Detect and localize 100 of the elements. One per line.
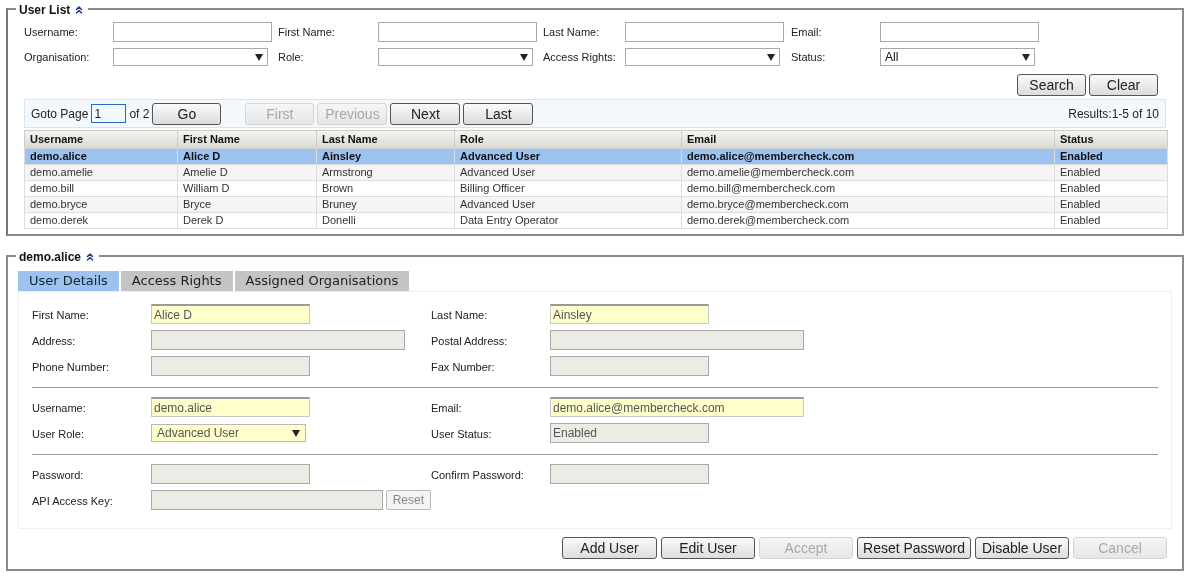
table-cell: Enabled [1054,196,1168,212]
table-cell: Data Entry Operator [454,212,682,228]
table-cell: Bryce [177,196,317,212]
tab[interactable]: Assigned Organisations [234,271,410,291]
table-cell: Enabled [1054,148,1168,164]
field-label: Password: [32,469,84,481]
table-cell: Advanced User [454,148,682,164]
table-cell: demo.alice@membercheck.com [681,148,1055,164]
filter-dropdown[interactable] [378,48,533,66]
field-label: First Name: [32,309,89,321]
field-label: Address: [32,335,76,347]
field-label: Postal Address: [431,335,508,347]
form-field[interactable] [151,330,405,350]
table-cell: Derek D [177,212,317,228]
tab[interactable]: Access Rights [120,271,233,291]
field-label: Fax Number: [431,361,495,373]
action-button[interactable]: Add User [562,537,657,559]
filter-field[interactable] [113,22,272,42]
action-button[interactable]: Edit User [661,537,755,559]
filter-dropdown[interactable] [625,48,780,66]
field-label: Email: [431,402,462,414]
table-cell: Bruney [316,196,455,212]
filter-label: Last Name: [543,24,601,40]
action-button[interactable]: Search [1017,74,1086,96]
form-field[interactable]: Alice D [151,304,310,324]
filter-label: Access Rights: [543,49,617,65]
table-cell: Enabled [1054,164,1168,180]
table-cell: demo.amelie@membercheck.com [681,164,1055,180]
table-cell: Advanced User [454,164,682,180]
page-field[interactable]: 1 [91,104,127,123]
filter-field[interactable] [378,22,537,42]
caret-icon [520,53,528,61]
filter-field[interactable] [880,22,1039,42]
form-field[interactable] [550,356,709,376]
table-cell: Enabled [1054,180,1168,196]
filter-label: Status: [791,49,827,65]
filter-label: Role: [278,49,305,65]
action-button[interactable]: Last [463,102,534,125]
filter-field[interactable] [625,22,784,42]
form-field[interactable]: Enabled [550,423,709,443]
column-header[interactable]: Last Name [316,130,455,148]
form-field[interactable]: demo.alice [151,397,310,417]
field-label: API Access Key: [32,495,113,507]
caret-icon [1022,53,1030,61]
filter-label: Username: [24,24,79,40]
column-header[interactable]: Email [681,130,1055,148]
field-label: User Role: [32,428,84,440]
filter-dropdown[interactable]: All [880,48,1035,66]
filter-dropdown[interactable] [113,48,268,66]
table-cell: Alice D [177,148,317,164]
results-count: Results:1-5 of 10 [1068,105,1159,123]
column-header[interactable]: Status [1054,130,1168,148]
column-header[interactable]: Username [24,130,178,148]
action-button[interactable]: Next [390,102,461,125]
field-label: Last Name: [431,309,488,321]
column-header[interactable]: Role [454,130,682,148]
table-cell: Amelie D [177,164,317,180]
table-cell: demo.derek@membercheck.com [681,212,1055,228]
action-button[interactable]: Disable User [975,537,1069,559]
form-field[interactable] [151,464,310,484]
section-title: demo.alice [19,249,82,266]
page-count: of 2 [129,105,150,123]
table-cell: Armstrong [316,164,455,180]
table-cell: demo.amelie [24,164,178,180]
filter-label: First Name: [278,24,336,40]
table-cell: demo.derek [24,212,178,228]
table-cell: demo.bryce [24,196,178,212]
caret-icon [292,429,300,437]
action-button[interactable]: Reset Password [857,537,971,559]
go-button[interactable]: Go [152,102,222,125]
table-cell: demo.alice [24,148,178,164]
filter-label: Organisation: [24,49,91,65]
tab[interactable]: User Details [18,271,119,291]
form-field[interactable]: demo.alice@membercheck.com [550,397,804,417]
table-cell: Billing Officer [454,180,682,196]
table-cell: Advanced User [454,196,682,212]
table-cell: Donelli [316,212,455,228]
caret-icon [255,53,263,61]
form-field[interactable] [550,330,804,350]
column-header[interactable]: First Name [177,130,317,148]
filter-label: Email: [791,24,823,40]
table-cell: Ainsley [316,148,455,164]
table-cell: Enabled [1054,212,1168,228]
table-cell: William D [177,180,317,196]
form-field[interactable] [151,356,310,376]
section-title: User List [19,2,71,19]
form-field[interactable] [151,490,383,510]
form-dropdown[interactable]: Advanced User [151,424,306,442]
form-field[interactable]: Ainsley [550,304,709,324]
table-cell: demo.bill@membercheck.com [681,180,1055,196]
field-label: Phone Number: [32,361,110,373]
table-cell: demo.bryce@membercheck.com [681,196,1055,212]
form-field[interactable] [550,464,709,484]
caret-icon [767,53,775,61]
field-label: Username: [32,402,86,414]
table-cell: demo.bill [24,180,178,196]
table-cell: Brown [316,180,455,196]
field-label: Confirm Password: [431,469,524,481]
goto-label: Goto Page [31,105,89,123]
action-button[interactable]: Clear [1089,74,1158,96]
